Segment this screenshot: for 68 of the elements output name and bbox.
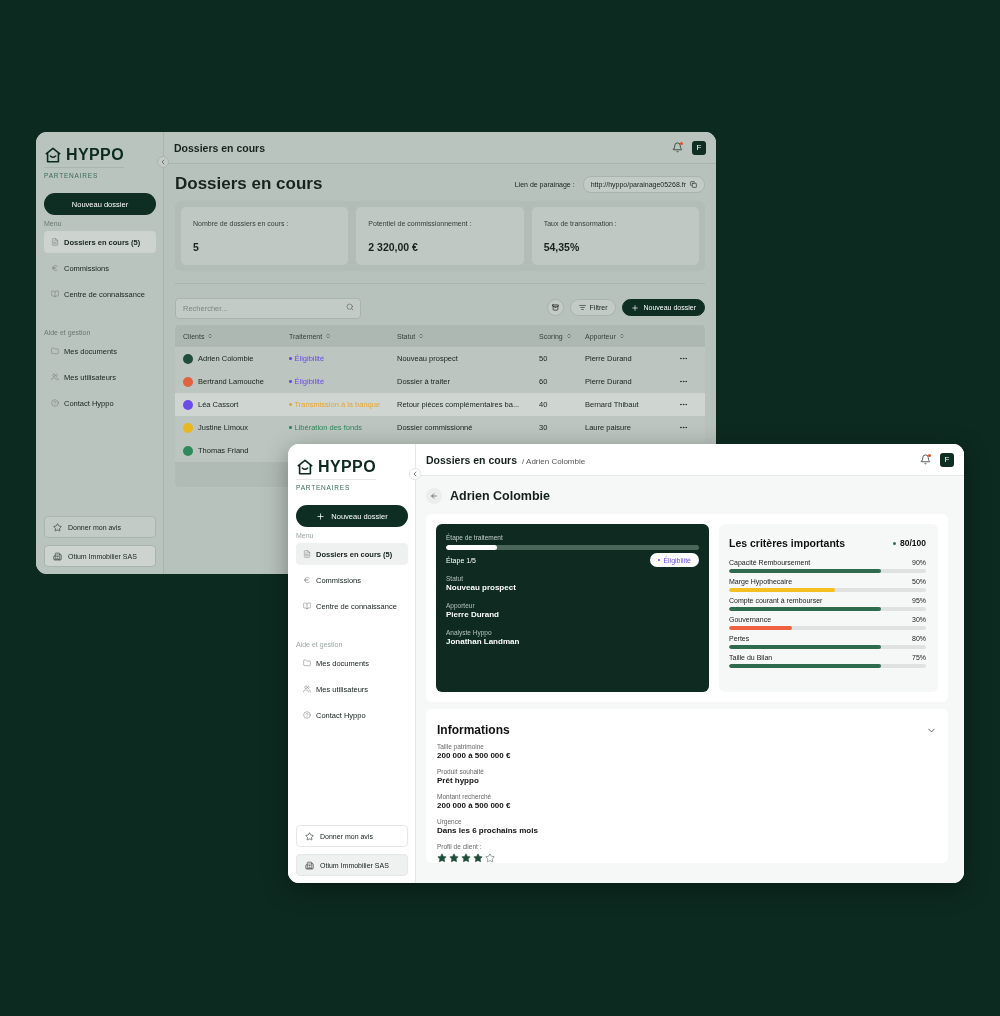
star-icon — [53, 522, 62, 532]
house-logo-icon — [296, 458, 314, 476]
filter-icon — [578, 304, 586, 311]
house-logo-icon — [44, 146, 62, 164]
client-name-title: Adrien Colombie — [450, 489, 550, 503]
field-value: Nouveau prospect — [446, 583, 517, 592]
page-title: Dossiers en cours — [175, 174, 323, 194]
book-icon — [51, 290, 59, 298]
users-icon — [303, 685, 311, 693]
logo-text: HYPPO — [318, 458, 376, 476]
folder-icon — [51, 347, 59, 355]
archive-icon — [551, 304, 559, 311]
help-icon — [51, 399, 59, 407]
chevron-left-icon — [159, 158, 167, 166]
star-icon — [461, 853, 471, 863]
document-icon — [51, 238, 59, 246]
user-avatar[interactable]: F — [692, 140, 706, 155]
breadcrumb[interactable]: / Adrien Colombie — [522, 456, 586, 466]
archive-button[interactable] — [546, 299, 564, 316]
sort-icon — [565, 333, 572, 339]
field-value: 200 000 à 500 000 € — [437, 751, 512, 760]
euro-icon — [303, 576, 311, 584]
information-title: Informations — [437, 723, 510, 737]
chevron-left-icon — [411, 470, 419, 478]
header-title: Dossiers en cours — [426, 453, 518, 466]
arrow-left-icon — [430, 492, 438, 500]
collapse-button[interactable] — [157, 156, 169, 168]
bell-icon[interactable] — [672, 142, 683, 153]
search-icon — [346, 303, 354, 311]
more-icon[interactable] — [679, 400, 688, 409]
plus-icon — [316, 511, 326, 521]
criteria-score: 80/100 — [893, 538, 926, 548]
copy-icon[interactable] — [690, 180, 697, 188]
field-value: 200 000 à 500 000 € — [437, 801, 512, 810]
building-icon — [53, 551, 62, 561]
star-icon — [485, 853, 495, 863]
bell-icon[interactable] — [920, 454, 931, 465]
field-value: Jonathan Landman — [446, 637, 521, 646]
field-value: Dans les 6 prochains mois — [437, 826, 539, 835]
sort-icon — [207, 333, 214, 339]
more-icon[interactable] — [679, 377, 688, 386]
users-icon — [51, 373, 59, 381]
user-avatar[interactable]: F — [940, 452, 954, 467]
more-icon[interactable] — [679, 354, 688, 363]
header-title: Dossiers en cours — [174, 141, 266, 154]
back-button[interactable] — [426, 488, 442, 504]
field-value: Prêt hyppo — [437, 776, 480, 785]
plus-icon — [631, 303, 640, 312]
star-icon — [473, 853, 483, 863]
stat-value: 54,35% — [543, 241, 581, 253]
folder-icon — [303, 659, 311, 667]
logo-text: HYPPO — [66, 146, 124, 164]
help-icon — [303, 711, 311, 719]
sort-icon — [618, 333, 625, 339]
criteria-title: Les critères importants — [729, 537, 846, 549]
sort-icon — [325, 333, 332, 339]
euro-icon — [51, 264, 59, 272]
stat-value: 2 320,00 € — [368, 241, 419, 253]
star-icon — [305, 831, 314, 841]
field-value: Pierre Durand — [446, 610, 500, 619]
stat-value: 5 — [193, 241, 200, 253]
sort-icon — [418, 333, 425, 339]
star-icon — [437, 853, 447, 863]
building-icon — [305, 860, 314, 870]
more-icon[interactable] — [679, 423, 688, 432]
star-icon — [449, 853, 459, 863]
book-icon — [303, 602, 311, 610]
document-icon — [303, 550, 311, 558]
